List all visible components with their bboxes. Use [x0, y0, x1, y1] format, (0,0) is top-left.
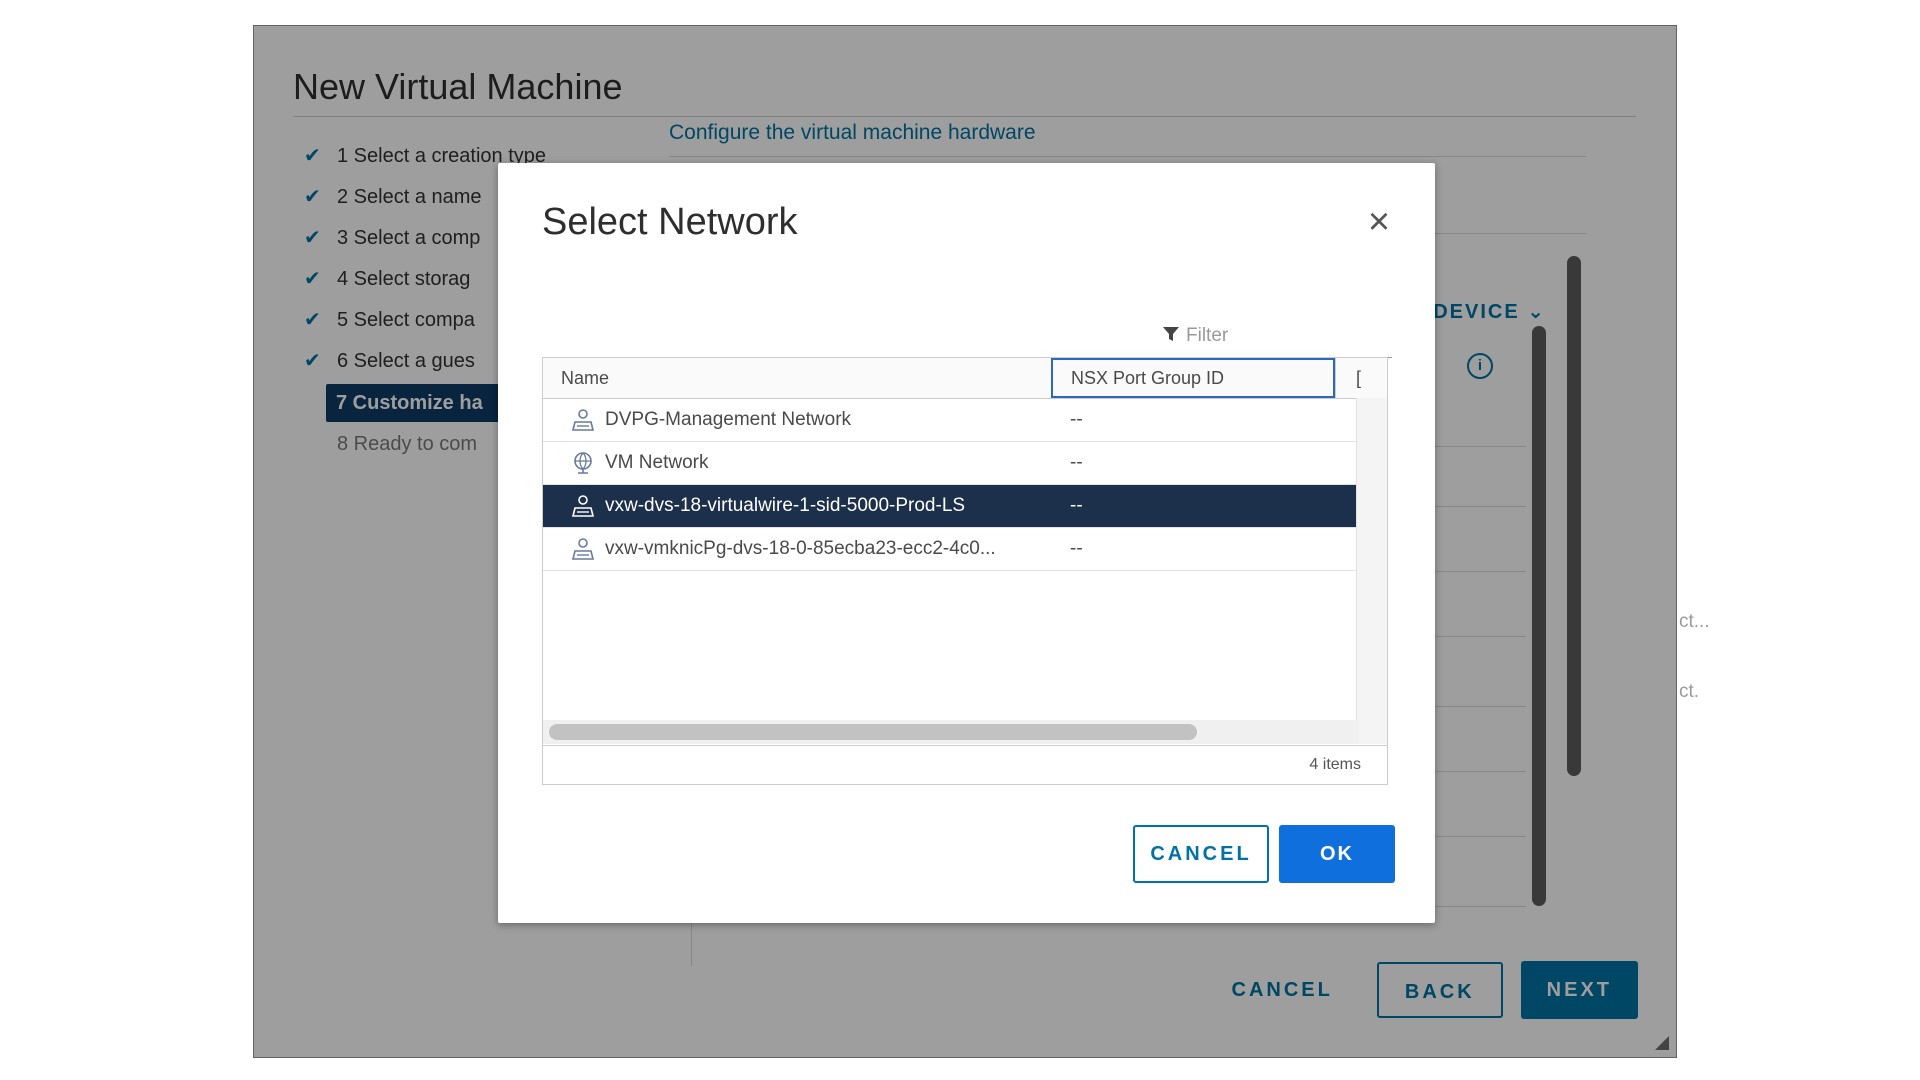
filter-input[interactable] — [1184, 319, 1388, 353]
item-count: 4 items — [1309, 756, 1361, 773]
faded-select-text: ct. — [1679, 681, 1700, 702]
network-row[interactable]: VM Network -- — [543, 442, 1359, 485]
network-name: vxw-vmknicPg-dvs-18-0-85ecba23-ecc2-4c0.… — [605, 538, 996, 559]
port-group-icon — [571, 409, 595, 431]
close-icon[interactable]: × — [1363, 203, 1395, 241]
filter-icon — [1163, 327, 1179, 341]
network-name: DVPG-Management Network — [605, 409, 852, 430]
column-header-nsx-port-group-id[interactable]: NSX Port Group ID — [1051, 358, 1335, 398]
datagrid-vertical-scrollbar[interactable] — [1356, 398, 1387, 744]
horizontal-scrollbar-thumb[interactable] — [549, 724, 1197, 740]
network-datagrid: Name NSX Port Group ID [ DVPG-Management… — [542, 357, 1388, 785]
network-name: vxw-dvs-18-virtualwire-1-sid-5000-Prod-L… — [605, 495, 966, 516]
dialog-cancel-button[interactable]: CANCEL — [1133, 825, 1269, 883]
network-name: VM Network — [605, 452, 709, 473]
nsx-port-group-id: -- — [1070, 538, 1083, 559]
faded-select-text: ct... — [1679, 611, 1710, 632]
network-globe-icon — [574, 452, 592, 474]
port-group-icon — [571, 538, 595, 560]
nsx-port-group-id: -- — [1070, 452, 1083, 473]
column-header-name[interactable]: Name — [543, 358, 1051, 398]
column-header-truncated[interactable]: [ — [1335, 358, 1387, 398]
select-network-dialog: Select Network × Name NSX Port Group ID … — [498, 163, 1435, 923]
port-group-icon — [571, 495, 595, 517]
nsx-port-group-id: -- — [1070, 409, 1083, 430]
filter-field — [1160, 313, 1392, 358]
dialog-title: Select Network — [542, 201, 798, 243]
datagrid-header: Name NSX Port Group ID [ — [543, 358, 1387, 399]
network-row[interactable]: vxw-vmknicPg-dvs-18-0-85ecba23-ecc2-4c0.… — [543, 528, 1359, 571]
network-row-selected[interactable]: vxw-dvs-18-virtualwire-1-sid-5000-Prod-L… — [543, 485, 1359, 528]
nsx-port-group-id: -- — [1070, 495, 1083, 516]
datagrid-footer: 4 items — [543, 745, 1387, 784]
resize-grip-icon[interactable] — [1655, 1036, 1669, 1050]
dialog-ok-button[interactable]: OK — [1279, 825, 1395, 883]
network-row[interactable]: DVPG-Management Network -- — [543, 399, 1359, 442]
dialog-actions: CANCEL OK — [1133, 825, 1395, 883]
